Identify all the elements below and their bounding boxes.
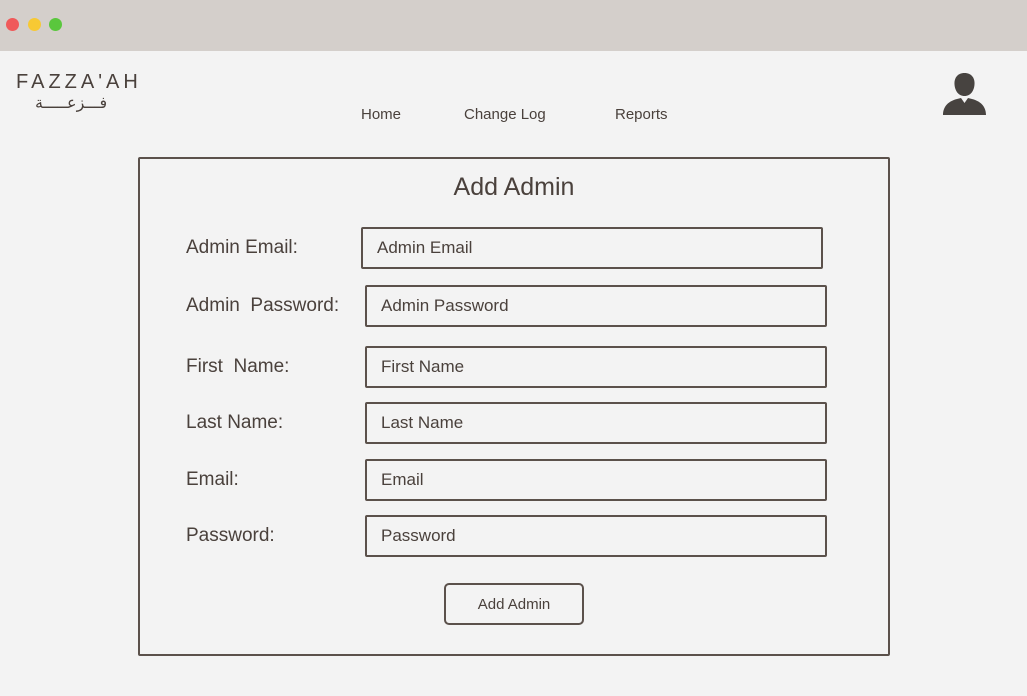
password-label: Password: [186, 525, 275, 546]
email-label: Email: [186, 469, 239, 490]
logo-latin-text: FAZZA'AH [16, 71, 142, 93]
nav-home-link[interactable]: Home [361, 106, 401, 123]
page: FAZZA'AH فـــزعـــــة Home Change Log Re… [0, 51, 1027, 696]
last-name-input[interactable] [365, 402, 827, 444]
window-titlebar [0, 0, 1027, 51]
brand-logo[interactable]: FAZZA'AH فـــزعـــــة [16, 71, 156, 112]
email-input[interactable] [365, 459, 827, 501]
password-input[interactable] [365, 515, 827, 557]
window-maximize-button[interactable] [49, 18, 62, 31]
user-icon[interactable] [941, 71, 988, 117]
last-name-label: Last Name: [186, 412, 284, 433]
admin-password-label: Admin Password: [186, 295, 340, 316]
add-admin-button[interactable]: Add Admin [444, 583, 584, 625]
first-name-label: First Name: [186, 356, 290, 377]
admin-email-input[interactable] [361, 227, 823, 269]
nav-reports-link[interactable]: Reports [615, 106, 668, 123]
admin-password-input[interactable] [365, 285, 827, 327]
admin-email-label: Admin Email: [186, 237, 298, 258]
logo-arabic-text: فـــزعـــــة [35, 93, 108, 112]
window-close-button[interactable] [6, 18, 19, 31]
nav-change-log-link[interactable]: Change Log [464, 106, 546, 123]
first-name-input[interactable] [365, 346, 827, 388]
window-minimize-button[interactable] [28, 18, 41, 31]
form-title: Add Admin [453, 173, 575, 201]
add-admin-form: Add Admin Admin Email: Admin Password: F… [138, 157, 890, 656]
